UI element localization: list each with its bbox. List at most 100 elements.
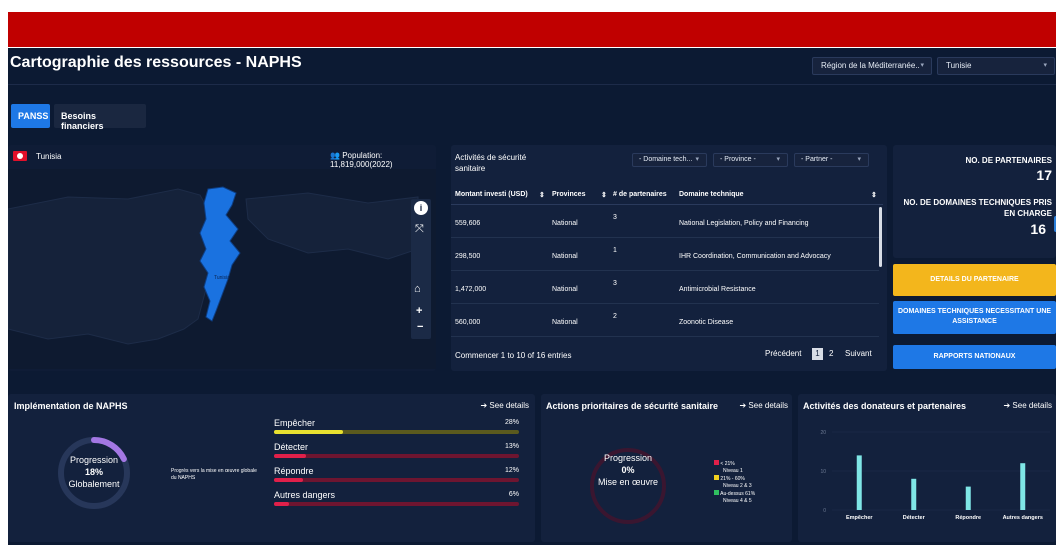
donut-label-top: Progression: [603, 453, 653, 463]
cell-partners: 1: [613, 247, 617, 254]
y-tick-label: 20: [820, 430, 826, 436]
arrow-right-icon: ➔: [480, 401, 488, 410]
legend-level: Niveau 4 & 5: [723, 498, 752, 504]
info-icon[interactable]: i: [414, 201, 428, 215]
map-country-name: Tunisia: [36, 152, 62, 161]
pager-prev[interactable]: Précédent: [765, 349, 801, 358]
progress-label: Autres dangers: [274, 490, 336, 500]
progress-track: [274, 478, 519, 482]
side-tab[interactable]: [1054, 216, 1056, 232]
pager-next[interactable]: Suivant: [845, 349, 872, 358]
bar-3: [965, 486, 971, 510]
filter-domaine[interactable]: - Domaine tech... ▾: [632, 153, 707, 167]
home-icon[interactable]: ⌂: [414, 283, 421, 295]
implementation-title: Implémentation de NAPHS: [14, 401, 128, 411]
population-text: Population: 11,819,000(2022): [330, 151, 393, 169]
see-details-label: See details: [748, 401, 788, 410]
col-partners[interactable]: # de partenaires: [613, 191, 667, 198]
donors-title: Activités des donateurs et partenaires: [803, 401, 967, 411]
see-details-label: See details: [489, 401, 529, 410]
tab-panss[interactable]: PANSS: [11, 104, 50, 128]
chevron-down-icon: ▾: [695, 156, 699, 163]
reports-button[interactable]: RAPPORTS NATIONAUX: [893, 345, 1056, 369]
filter-province[interactable]: - Province - ▾: [713, 153, 788, 167]
chevron-down-icon: ▾: [1043, 62, 1047, 69]
activities-panel: Activités de sécurité sanitaire - Domain…: [451, 145, 887, 371]
partners-count: 17: [1036, 167, 1052, 183]
legend-swatch: [714, 475, 719, 480]
fullscreen-icon[interactable]: ⤧: [415, 223, 424, 236]
pager-page-1[interactable]: 1: [812, 348, 823, 360]
region-select-value: Région de la Méditerranée..: [821, 61, 920, 70]
partner-details-button[interactable]: DETAILS DU PARTENAIRE: [893, 264, 1056, 296]
bar-4: [1020, 463, 1026, 510]
legend-level: Niveau 1: [723, 468, 743, 474]
implementation-note: Progrès vers la mise en œuvre globale du…: [171, 468, 257, 481]
y-tick-label: 0: [823, 508, 826, 514]
zoom-out-icon[interactable]: −: [417, 321, 423, 333]
implementation-donut-text: Progression 18% Globalement: [57, 454, 131, 490]
progress-track: [274, 502, 519, 506]
filter-partner-value: - Partner -: [801, 156, 833, 163]
col-provinces[interactable]: Provinces: [552, 191, 585, 198]
progress-percent: 12%: [504, 467, 519, 474]
bar-2: [911, 478, 917, 510]
col-domain[interactable]: Domaine technique: [679, 191, 744, 198]
domains-label: NO. DE DOMAINES TECHNIQUES PRIS EN CHARG…: [903, 198, 1052, 218]
progress-percent: 13%: [504, 443, 519, 450]
cell-domain: Antimicrobial Resistance: [679, 286, 756, 293]
pager-page-2[interactable]: 2: [829, 349, 833, 358]
legend-item: 21% - 60%: [714, 475, 755, 483]
cell-partners: 2: [613, 313, 617, 320]
cell-amount: 1,472,000: [455, 286, 487, 293]
sort-icon[interactable]: ⇕: [539, 191, 545, 199]
table-row[interactable]: 559,606 National 3 National Legislation,…: [451, 206, 879, 238]
partners-label: NO. DE PARTENAIRES: [965, 156, 1052, 165]
donut-label-bottom: Globalement: [68, 479, 120, 489]
cell-partners: 3: [613, 214, 617, 221]
table-row[interactable]: 560,000 National 2 Zoonotic Disease: [451, 305, 879, 337]
tab-besoins-financiers[interactable]: Besoins financiers: [54, 104, 146, 131]
bar-1: [856, 455, 862, 510]
cell-amount: 559,606: [455, 220, 481, 227]
legend-item: < 21%: [714, 460, 755, 468]
donut-value: 0%: [621, 465, 635, 475]
header-divider: [8, 84, 1056, 85]
zoom-in-icon[interactable]: +: [416, 305, 422, 317]
region-select[interactable]: Région de la Méditerranée.. ▾: [812, 57, 932, 75]
filter-province-value: - Province -: [720, 156, 756, 163]
implementation-see-details[interactable]: ➔ See details: [480, 401, 529, 410]
y-tick-label: 10: [820, 469, 826, 475]
cell-domain: National Legislation, Policy and Financi…: [679, 220, 809, 227]
table-scrollbar[interactable]: [879, 207, 882, 267]
sort-icon[interactable]: ⇕: [871, 191, 877, 199]
cell-province: National: [552, 220, 578, 227]
donut-label-bottom: Mise en œuvre: [597, 477, 659, 487]
sort-icon[interactable]: ⇕: [601, 191, 607, 199]
col-amount[interactable]: Montant investi (USD): [455, 191, 528, 198]
map-toolbar: [411, 199, 431, 339]
chevron-down-icon: ▾: [920, 62, 924, 69]
donors-bar-chart: 20 10 0 Empêcher Détecter Répondre Autres dang…: [820, 430, 1050, 521]
progress-fill: [274, 454, 306, 458]
progress-percent: 6%: [508, 491, 519, 498]
progress-fill: [274, 430, 343, 434]
filter-partner[interactable]: - Partner - ▾: [794, 153, 869, 167]
arrow-right-icon: ➔: [739, 401, 747, 410]
country-select[interactable]: Tunisie ▾: [937, 57, 1055, 75]
arrow-right-icon: ➔: [1003, 401, 1011, 410]
country-select-value: Tunisie: [946, 61, 972, 70]
tunisia-map[interactable]: Tunisia: [8, 169, 436, 369]
legend-item: Au-dessus 61%: [714, 490, 755, 498]
donors-panel: Activités des donateurs et partenaires ➔…: [798, 394, 1056, 542]
assist-domains-button[interactable]: DOMAINES TECHNIQUES NECESSITANT UNE ASSI…: [893, 301, 1056, 334]
priority-see-details[interactable]: ➔ See details: [739, 401, 788, 410]
cell-amount: 560,000: [455, 319, 481, 326]
donors-see-details[interactable]: ➔ See details: [1003, 401, 1052, 410]
legend-swatch: [714, 490, 719, 495]
table-row[interactable]: 1,472,000 National 3 Antimicrobial Resis…: [451, 272, 879, 304]
chevron-down-icon: ▾: [776, 156, 780, 163]
table-row[interactable]: 298,500 National 1 IHR Coordination, Com…: [451, 239, 879, 271]
domains-count: 16: [1030, 221, 1046, 237]
progress-fill: [274, 478, 303, 482]
